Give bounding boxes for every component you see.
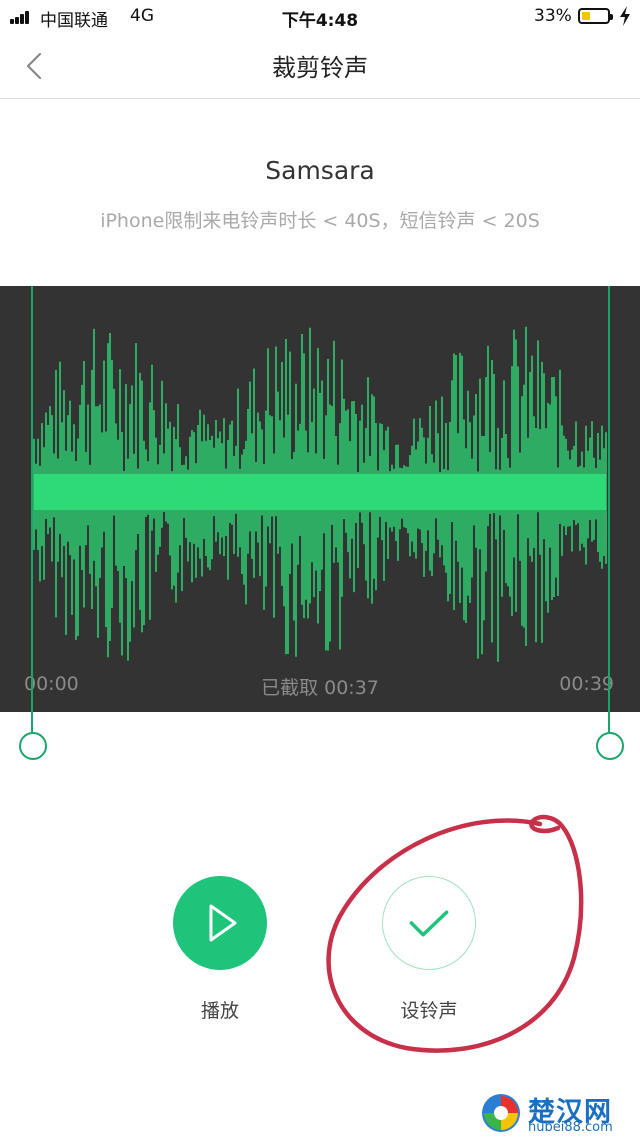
duration-hint: iPhone限制来电铃声时长 < 40S，短信铃声 < 20S [100, 210, 540, 232]
charging-bolt-icon [620, 6, 630, 26]
waveform-core [34, 474, 606, 510]
waveform [33, 326, 607, 662]
nav-bar: 裁剪铃声 [0, 34, 640, 99]
watermark: 楚汉网 hubei88.com [478, 1090, 638, 1136]
checkmark-icon [409, 910, 449, 937]
watermark-url: hubei88.com [528, 1120, 613, 1135]
waveform-panel[interactable]: 00:00 已截取 00:37 00:39 [0, 286, 640, 712]
battery-icon [578, 8, 613, 24]
end-time: 00:39 [559, 673, 614, 695]
watermark-logo-icon [482, 1094, 520, 1132]
set-ringtone-label: 设铃声 [400, 1000, 458, 1022]
trim-end-handle[interactable] [596, 732, 624, 760]
page-title: 裁剪铃声 [272, 54, 368, 82]
play-label: 播放 [200, 1000, 239, 1022]
trim-start-handle[interactable] [19, 732, 47, 760]
battery-percent: 33% [534, 6, 572, 26]
play-icon [209, 904, 237, 942]
trim-end-line [608, 286, 610, 732]
trim-start-line [31, 286, 33, 732]
play-button[interactable] [173, 876, 267, 970]
set-ringtone-button[interactable] [382, 876, 476, 970]
song-title: Samsara [265, 156, 375, 185]
selected-duration: 已截取 00:37 [261, 677, 379, 699]
status-bar: 中国联通 4G 下午4:48 33% [0, 0, 640, 34]
